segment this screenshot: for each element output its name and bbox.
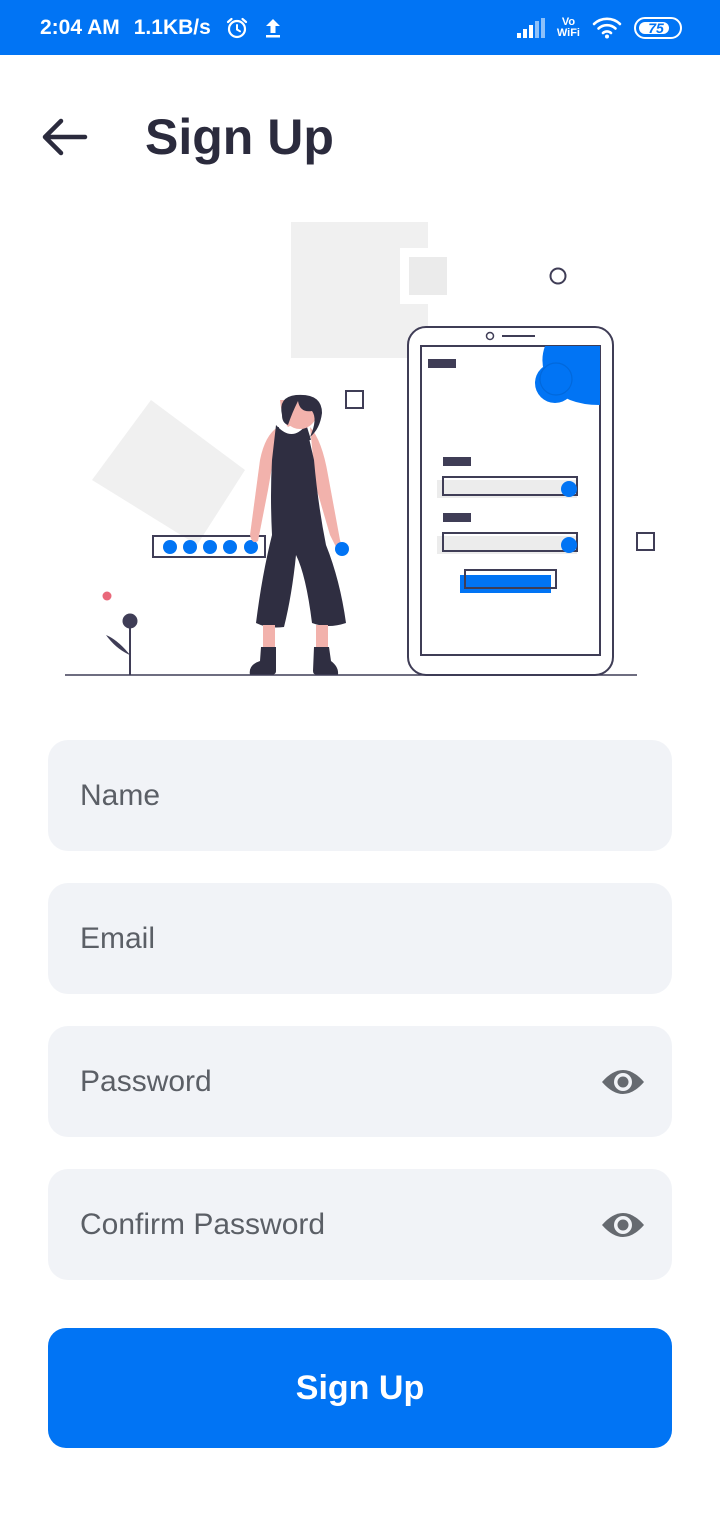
eye-icon	[602, 1069, 644, 1094]
network-speed: 1.1KB/s	[133, 15, 211, 39]
alarm-icon	[225, 16, 249, 40]
password-visibility-toggle[interactable]	[600, 1059, 646, 1105]
battery-indicator: 75	[634, 16, 682, 39]
password-placeholder: Password	[80, 1064, 212, 1098]
page-title: Sign Up	[145, 109, 334, 165]
email-placeholder: Email	[80, 921, 156, 955]
header: Sign Up	[0, 100, 720, 180]
vowifi-bottom: WiFi	[556, 26, 580, 39]
sign-up-button[interactable]: Sign Up	[48, 1328, 672, 1448]
eye-icon	[602, 1212, 644, 1237]
confirm-password-visibility-toggle[interactable]	[600, 1202, 646, 1248]
upload-icon	[263, 17, 283, 39]
wifi-icon	[592, 17, 622, 39]
vowifi-indicator: Vo WiFi	[556, 16, 580, 39]
confirm-password-field[interactable]: Confirm Password	[48, 1169, 672, 1280]
arrow-left-icon	[42, 118, 88, 156]
back-button[interactable]	[36, 112, 92, 162]
status-bar: 2:04 AM 1.1KB/s Vo WiFi 75	[0, 0, 720, 55]
email-field[interactable]: Email	[48, 883, 672, 994]
battery-level: 75	[648, 19, 664, 36]
signup-illustration	[65, 222, 655, 676]
confirm-password-placeholder: Confirm Password	[80, 1207, 326, 1241]
signal-icon	[516, 17, 545, 38]
status-time: 2:04 AM	[40, 15, 120, 39]
name-field[interactable]: Name	[48, 740, 672, 851]
password-field[interactable]: Password	[48, 1026, 672, 1137]
name-placeholder: Name	[80, 778, 161, 812]
